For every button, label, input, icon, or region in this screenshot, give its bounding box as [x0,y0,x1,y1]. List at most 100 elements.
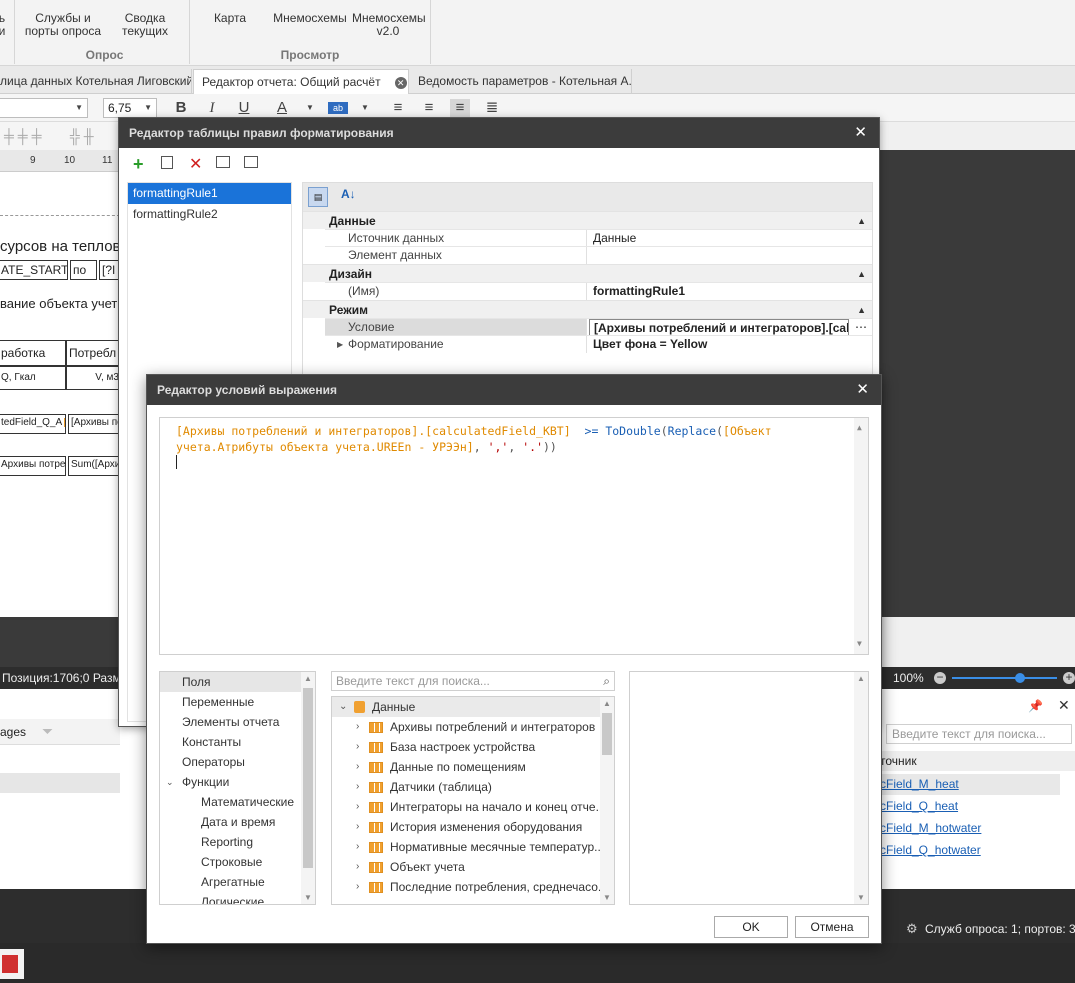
clear-all-icon[interactable] [244,156,258,168]
zoom-in-icon[interactable]: + [1063,671,1075,684]
list-item[interactable]: Математические [160,792,315,812]
list-item[interactable]: Поля [160,672,315,692]
property-row[interactable]: (Имя) formattingRule1 [325,282,872,300]
bold-button[interactable]: B [171,99,191,117]
field-link[interactable]: cField_Q_hotwater [880,840,981,861]
taskbar-app[interactable] [0,949,24,979]
chevron-right-icon[interactable]: › [356,717,359,737]
distribute-icon[interactable]: ╬ ╫ [70,128,94,144]
filter-icon[interactable]: ⏷ [42,723,53,740]
list-item[interactable]: Логические [160,892,315,904]
field-list-search[interactable]: Введите текст для поиска... [886,724,1072,744]
align-center-icon[interactable]: ≡ [419,99,439,117]
zoom-slider-thumb[interactable] [1015,673,1026,683]
scrollbar-thumb[interactable] [602,713,612,755]
clear-rule-icon[interactable] [216,156,230,168]
pin-icon[interactable]: 📌 [1028,699,1043,713]
sort-az-icon[interactable]: A↓ [341,187,356,201]
search-input[interactable]: Введите текст для поиска... ⌕ [331,671,615,691]
chevron-right-icon[interactable]: › [356,817,359,837]
scrollbar[interactable]: ▲ ▼ [301,672,315,904]
date-start-cell[interactable]: ATE_START] [0,260,68,280]
list-item[interactable]: Элементы отчета [160,712,315,732]
field-link[interactable]: cField_M_hotwater [880,818,981,839]
property-row[interactable]: ▶ Форматирование Цвет фона = Yellow [325,335,872,353]
font-color-button[interactable]: A [272,99,292,117]
chevron-right-icon[interactable]: › [356,777,359,797]
list-item[interactable]: Операторы [160,752,315,772]
list-item[interactable]: ⌄ Функции [160,772,315,792]
ellipsis-button[interactable]: ⋯ [855,319,867,336]
categorized-icon[interactable]: ▤ [308,187,328,207]
object-name-fragment[interactable]: вание объекта учет [0,296,117,311]
chevron-up-icon[interactable]: ▲ [603,699,611,708]
align-left-icon[interactable]: ≡ [388,99,408,117]
justify-icon[interactable]: ≣ [482,99,502,117]
chevron-down-icon[interactable]: ▼ [857,893,865,902]
ribbon-button-mnemo-v2[interactable]: Мнемосхемы v2.0 [352,12,426,38]
italic-button[interactable]: I [202,99,222,117]
scrollbar-thumb[interactable] [303,688,313,868]
highlight-button[interactable]: ab [328,102,348,114]
field-link-text[interactable]: cField_Q_heat [880,799,958,813]
chevron-right-icon[interactable]: › [356,797,359,817]
close-icon[interactable]: ✕ [856,375,869,405]
cancel-button[interactable]: Отмена [795,916,869,938]
unit-cell-a[interactable]: Q, Гкал [0,366,66,390]
field-link-text[interactable]: cField_Q_hotwater [880,843,981,857]
property-value[interactable]: [Архивы потреблений и интеграторов].[cal… [589,319,849,336]
field-link[interactable]: cField_Q_heat [880,796,958,817]
chevron-up-icon[interactable]: ▲ [857,265,866,283]
scrollbar[interactable]: ▲ ▼ [854,418,868,654]
close-icon[interactable]: ✕ [1058,697,1070,714]
chevron-up-icon[interactable]: ▲ [857,212,866,230]
copy-rule-icon[interactable] [161,156,173,169]
chevron-down-icon[interactable]: ▼ [304,893,312,902]
tab-pages[interactable]: ages [0,725,26,739]
report-title-fragment[interactable]: сурсов на теплов [0,238,121,255]
list-item[interactable]: Reporting [160,832,315,852]
category-mode[interactable]: Режим ▲ [303,300,872,318]
chevron-right-icon[interactable]: › [356,737,359,757]
ribbon-button-services[interactable]: Службы и порты опроса [22,12,104,38]
font-size-combo[interactable]: 6,75 ▼ [103,98,157,118]
scrollbar[interactable]: ▲ ▼ [600,697,614,904]
chevron-right-icon[interactable]: › [356,877,359,897]
property-value[interactable]: Данные [589,230,872,247]
chevron-up-icon[interactable]: ▲ [857,420,862,436]
chevron-down-icon[interactable]: ⌄ [339,697,347,717]
chevron-up-icon[interactable]: ▲ [857,674,865,683]
chevron-down-icon[interactable]: ▼ [300,99,320,117]
category-data[interactable]: Данные ▲ [303,211,872,229]
underline-button[interactable]: U [234,99,254,117]
unit-cell-b[interactable]: V, м3 [66,366,122,390]
property-value[interactable]: formattingRule1 [589,283,872,300]
list-item[interactable]: Строковые [160,852,315,872]
list-item[interactable]: formattingRule2 [128,204,291,225]
list-item[interactable]: Агрегатные [160,872,315,892]
tree-item[interactable]: › Датчики (таблица) [332,777,614,797]
align-icon[interactable]: ╪ ╪ ╪ [4,128,42,144]
tree-root[interactable]: ⌄ Данные [332,697,614,717]
chevron-right-icon[interactable]: › [356,837,359,857]
align-right-icon[interactable]: ≡ [450,99,470,117]
list-item[interactable]: Константы [160,732,315,752]
property-value[interactable] [589,247,872,264]
tree-item[interactable]: › Объект учета [332,857,614,877]
ok-button[interactable]: OK [714,916,788,938]
column-header-a[interactable]: работка [0,340,66,366]
list-item[interactable]: Переменные [160,692,315,712]
tree-item[interactable]: › Данные по помещениям [332,757,614,777]
chevron-down-icon[interactable]: ▼ [355,99,375,117]
tree-item[interactable]: › История изменения оборудования [332,817,614,837]
property-row[interactable]: Источник данных Данные [325,229,872,247]
archive-potr-cell[interactable]: Архивы потре [0,456,66,476]
search-icon[interactable]: ⌕ [603,672,610,690]
close-icon[interactable]: ✕ [394,76,407,89]
scrollbar[interactable]: ▲ ▼ [854,672,868,904]
tree-item[interactable]: › Интеграторы на начало и конец отче... [332,797,614,817]
tree-item[interactable]: › База настроек устройства [332,737,614,757]
tab-parameters[interactable]: Ведомость параметров - Котельная А.А [410,69,632,94]
po-cell[interactable]: по [70,260,97,280]
font-name-combo[interactable]: ▼ [0,98,88,118]
